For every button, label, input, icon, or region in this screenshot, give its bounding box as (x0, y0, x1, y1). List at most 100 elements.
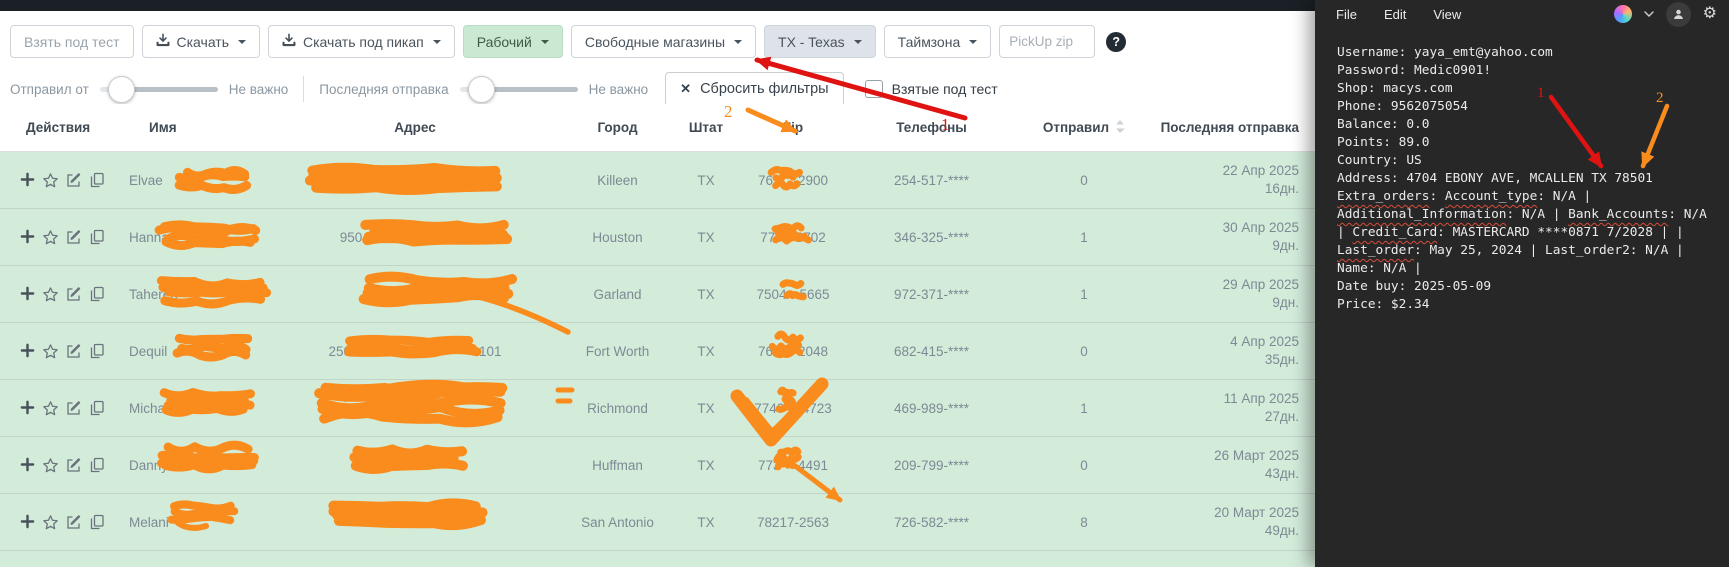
copy-icon[interactable] (89, 457, 105, 474)
slider-knob[interactable] (108, 76, 135, 103)
copy-icon[interactable] (89, 514, 105, 531)
add-icon[interactable] (20, 286, 35, 303)
taken-test-checkbox[interactable] (865, 80, 883, 98)
sent-cell: 8 (1014, 494, 1154, 551)
sent-cell: 1 (1014, 266, 1154, 323)
last-send-slider[interactable] (460, 72, 578, 106)
actions-cell (0, 380, 105, 437)
notepad-line: Address: 4704 EBONY AVE, MCALLEN TX 7850… (1337, 170, 1729, 188)
help-icon[interactable]: ? (1106, 32, 1126, 52)
last-send-label: Последняя отправка (319, 82, 448, 97)
take-test-button[interactable]: Взять под тест (10, 25, 134, 58)
copy-icon[interactable] (89, 343, 105, 360)
star-icon[interactable] (42, 343, 59, 360)
header-name: Имя (105, 104, 270, 152)
status-dropdown[interactable]: Рабочий (463, 25, 563, 58)
last-send-value: Не важно (589, 82, 649, 97)
copy-icon[interactable] (89, 229, 105, 246)
last-send-cell: 11 Апр 202527дн. (1154, 380, 1315, 437)
download-icon (282, 33, 296, 50)
download-button[interactable]: Скачать (142, 25, 261, 58)
header-last-send: Последняя отправка (1154, 104, 1315, 152)
notepad-line: Password: Medic0901! (1337, 62, 1729, 80)
star-icon[interactable] (42, 514, 59, 531)
add-icon[interactable] (20, 457, 35, 474)
copy-icon[interactable] (89, 172, 105, 189)
phone-cell: 972-371-**** (849, 266, 1014, 323)
chevron-down-icon (969, 40, 977, 44)
edit-icon[interactable] (66, 286, 82, 303)
notepad-text[interactable]: Username: yaya_emt@yahoo.comPassword: Me… (1315, 28, 1729, 314)
table-row: ElvaeKilleenTX765-2900254-517-****022 Ап… (0, 152, 1315, 209)
sent-from-slider[interactable] (100, 72, 218, 106)
city-cell: Garland (560, 266, 675, 323)
chevron-down-icon[interactable] (1644, 11, 1654, 17)
header-sent[interactable]: Отправил (1014, 104, 1154, 152)
address-cell (270, 437, 560, 494)
menu-edit[interactable]: Edit (1384, 7, 1406, 22)
actions-cell (0, 266, 105, 323)
menu-file[interactable]: File (1336, 7, 1357, 22)
notepad-line: Extra_orders: Account_type: N/A | (1337, 188, 1729, 206)
city-cell: Fort Worth (560, 323, 675, 380)
last-send-cell: 18 Апр 2025 (1154, 551, 1315, 567)
filter-row: Отправил от Не важно Последняя отправка … (10, 71, 998, 107)
chevron-down-icon (238, 40, 246, 44)
edit-icon[interactable] (66, 514, 82, 531)
city-cell: Houston (560, 209, 675, 266)
free-shops-dropdown[interactable]: Свободные магазины (571, 25, 756, 58)
state-filter-dropdown[interactable]: TX - Texas (764, 25, 876, 58)
copilot-icon[interactable] (1614, 5, 1632, 23)
star-icon[interactable] (42, 172, 59, 189)
name-cell: Tahereh (105, 266, 270, 323)
address-cell: 950 (270, 209, 560, 266)
chevron-down-icon (541, 40, 549, 44)
edit-icon[interactable] (66, 343, 82, 360)
notepad-line: Country: US (1337, 152, 1729, 170)
download-label: Скачать (177, 34, 230, 50)
divider (303, 76, 304, 102)
slider-knob[interactable] (468, 76, 495, 103)
timezone-dropdown[interactable]: Таймзона (884, 25, 992, 58)
table-row: DannyeirHuffmanTX773-4491209-799-****026… (0, 437, 1315, 494)
header-zip: Zip (737, 104, 849, 152)
edit-icon[interactable] (66, 172, 82, 189)
zip-cell: 761-2048 (737, 323, 849, 380)
edit-icon[interactable] (66, 457, 82, 474)
add-icon[interactable] (20, 514, 35, 531)
last-send-cell: 20 Март 202549дн. (1154, 494, 1315, 551)
phone-cell: 682-415-**** (849, 323, 1014, 380)
gear-icon[interactable]: ⚙ (1703, 6, 1717, 22)
add-icon[interactable] (20, 172, 35, 189)
copy-icon[interactable] (89, 286, 105, 303)
copy-icon[interactable] (89, 400, 105, 417)
star-icon[interactable] (42, 286, 59, 303)
star-icon[interactable] (42, 400, 59, 417)
sent-cell: 1 (1014, 551, 1154, 567)
zip-cell: 78217-2563 (737, 494, 849, 551)
star-icon[interactable] (42, 229, 59, 246)
sort-icon[interactable] (1115, 120, 1125, 133)
take-test-label: Взять под тест (24, 34, 120, 50)
edit-icon[interactable] (66, 400, 82, 417)
address-cell (270, 266, 560, 323)
add-icon[interactable] (20, 343, 35, 360)
sent-cell: 1 (1014, 380, 1154, 437)
star-icon[interactable] (42, 457, 59, 474)
sent-cell: 0 (1014, 152, 1154, 209)
phone-cell: 254-517-**** (849, 152, 1014, 209)
add-icon[interactable] (20, 400, 35, 417)
actions-cell (0, 152, 105, 209)
edit-icon[interactable] (66, 229, 82, 246)
address-cell (270, 494, 560, 551)
reset-filters-button[interactable]: ✕Сбросить фильтры (665, 72, 843, 107)
add-icon[interactable] (20, 229, 35, 246)
menu-view[interactable]: View (1433, 7, 1461, 22)
taken-test-label: Взятые под тест (892, 81, 998, 97)
account-icon[interactable] (1666, 2, 1691, 27)
toolbar: Взять под тест Скачать Скачать под пикап… (10, 25, 1126, 58)
actions-cell (0, 323, 105, 380)
pickup-zip-input[interactable] (999, 25, 1095, 58)
actions-cell (0, 551, 105, 567)
download-pickup-button[interactable]: Скачать под пикап (268, 25, 455, 58)
